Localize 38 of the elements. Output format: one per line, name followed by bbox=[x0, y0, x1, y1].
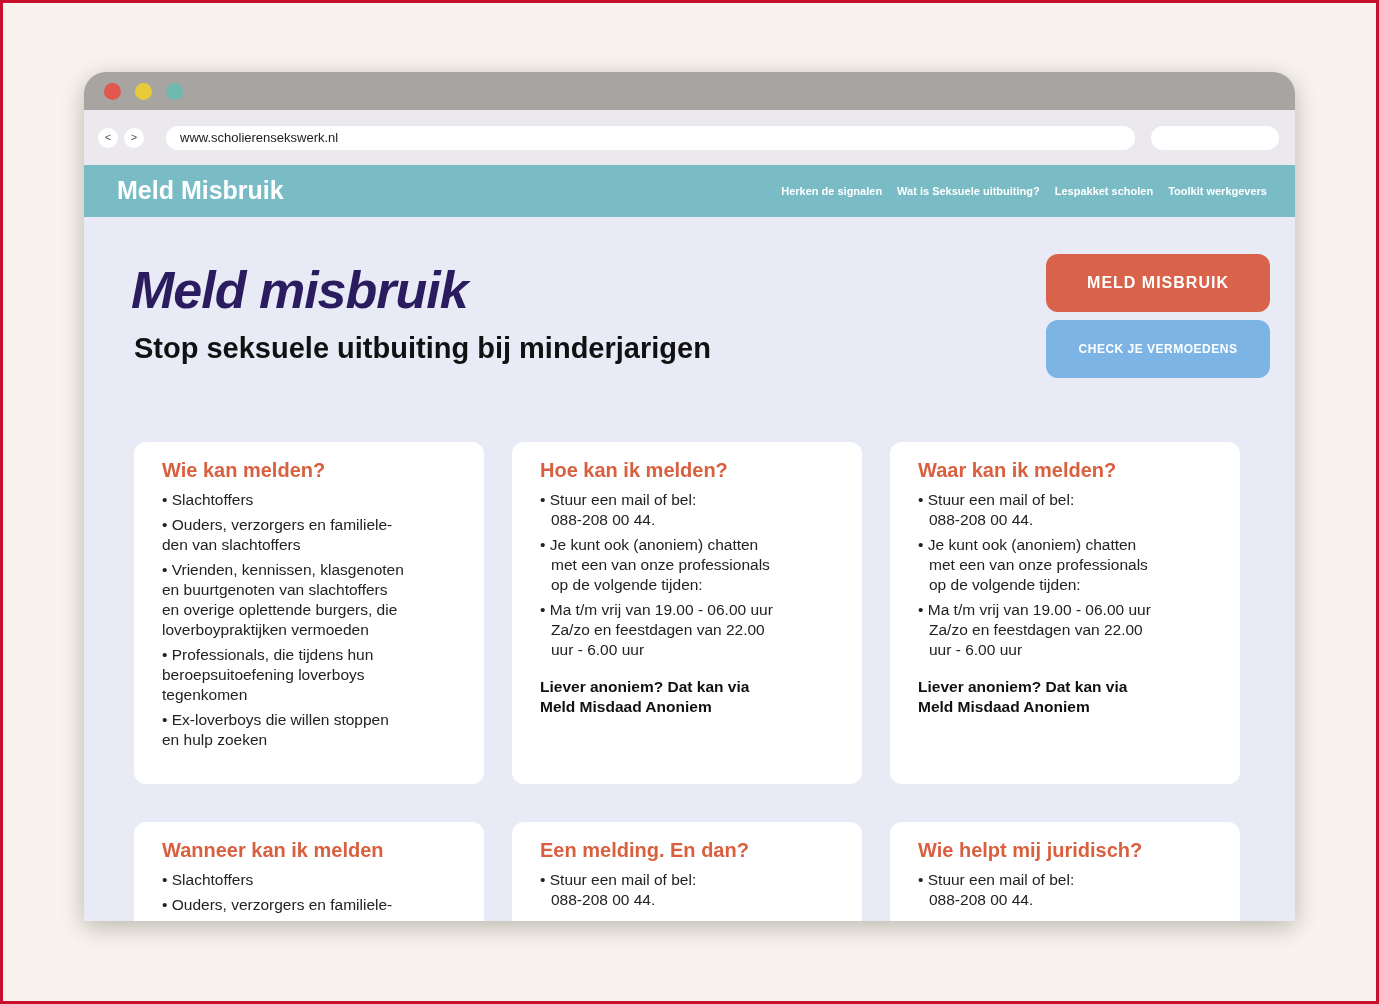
list-item: • Professionals, die tijdens hun beroepsuitoefening loverboys tegenkomen bbox=[162, 645, 375, 705]
page-subtitle: Stop seksuele uitbuiting bij minderjarigen bbox=[134, 334, 712, 363]
list-item: • Slachtoffers bbox=[162, 870, 255, 890]
list-item: • Ex-loverboys die willen stoppen en hulp zoeken bbox=[162, 710, 390, 750]
page-title: Meld misbruik bbox=[131, 264, 1046, 316]
check-button[interactable]: CHECK JE VERMOEDENS bbox=[1046, 320, 1270, 378]
card-title: Een melding. En dan? bbox=[540, 840, 750, 860]
nav-link[interactable]: Herken de signalen bbox=[781, 182, 883, 200]
maximize-icon[interactable] bbox=[166, 82, 183, 100]
anonymous-note: Liever anoniem? Dat kan via Meld Misdaad Anoniem bbox=[918, 677, 1129, 717]
list-item: • Je kunt ook (anoniem) chatten met een van onze professionals op de volgende tijden: bbox=[540, 535, 771, 595]
list-item: • Ouders, verzorgers en familiele- den van slachtoffers bbox=[162, 515, 394, 555]
list-item: • Stuur een mail of bel: 088-208 00 44. bbox=[540, 870, 698, 910]
card-title: Waar kan ik melden? bbox=[918, 460, 1118, 480]
minimize-icon[interactable] bbox=[135, 82, 152, 100]
address-bar[interactable]: www.scholierensekswerk.nl bbox=[166, 125, 1135, 150]
list-item: • Stuur een mail of bel: 088-208 00 44. bbox=[918, 870, 1076, 910]
list-item: • Ouders, verzorgers en familiele- bbox=[162, 895, 394, 915]
card-title: Wanneer kan ik melden bbox=[162, 840, 385, 860]
list-item: • Ma t/m vrij van 19.00 - 06.00 uur Za/zo en feestdagen van 22.00 uur - 6.00 uur bbox=[918, 600, 1152, 660]
list-item: • Vrienden, kennissen, klasgenoten en buurtgenoten van slachtoffers en overige oplettende burgers, die loverboypraktijken vermoeden bbox=[162, 560, 405, 640]
close-icon[interactable] bbox=[104, 82, 121, 100]
anonymous-note: Liever anoniem? Dat kan via Meld Misdaad Anoniem bbox=[540, 677, 751, 717]
card-title: Hoe kan ik melden? bbox=[540, 460, 729, 480]
list-item: • Ma t/m vrij van 19.00 - 06.00 uur Za/zo en feestdagen van 22.00 uur - 6.00 uur bbox=[540, 600, 774, 660]
site-logo[interactable]: Meld Misbruik bbox=[117, 172, 284, 210]
list-item: • Je kunt ook (anoniem) chatten met een van onze professionals op de volgende tijden: bbox=[918, 535, 1149, 595]
list-item: • Slachtoffers bbox=[162, 490, 255, 510]
list-item: • Stuur een mail of bel: 088-208 00 44. bbox=[918, 490, 1076, 530]
nav-link[interactable]: Toolkit werkgevers bbox=[1168, 182, 1267, 200]
nav-link[interactable]: Lespakket scholen bbox=[1054, 182, 1154, 200]
nav-link[interactable]: Wat is Seksuele uitbuiting? bbox=[897, 182, 1040, 200]
back-button[interactable]: < bbox=[98, 127, 118, 148]
card-title: Wie helpt mij juridisch? bbox=[918, 840, 1144, 860]
forward-button[interactable]: > bbox=[124, 127, 144, 148]
list-item: • Stuur een mail of bel: 088-208 00 44. bbox=[540, 490, 698, 530]
card-title: Wie kan melden? bbox=[162, 460, 327, 480]
report-button[interactable]: MELD MISBRUIK bbox=[1046, 254, 1270, 312]
